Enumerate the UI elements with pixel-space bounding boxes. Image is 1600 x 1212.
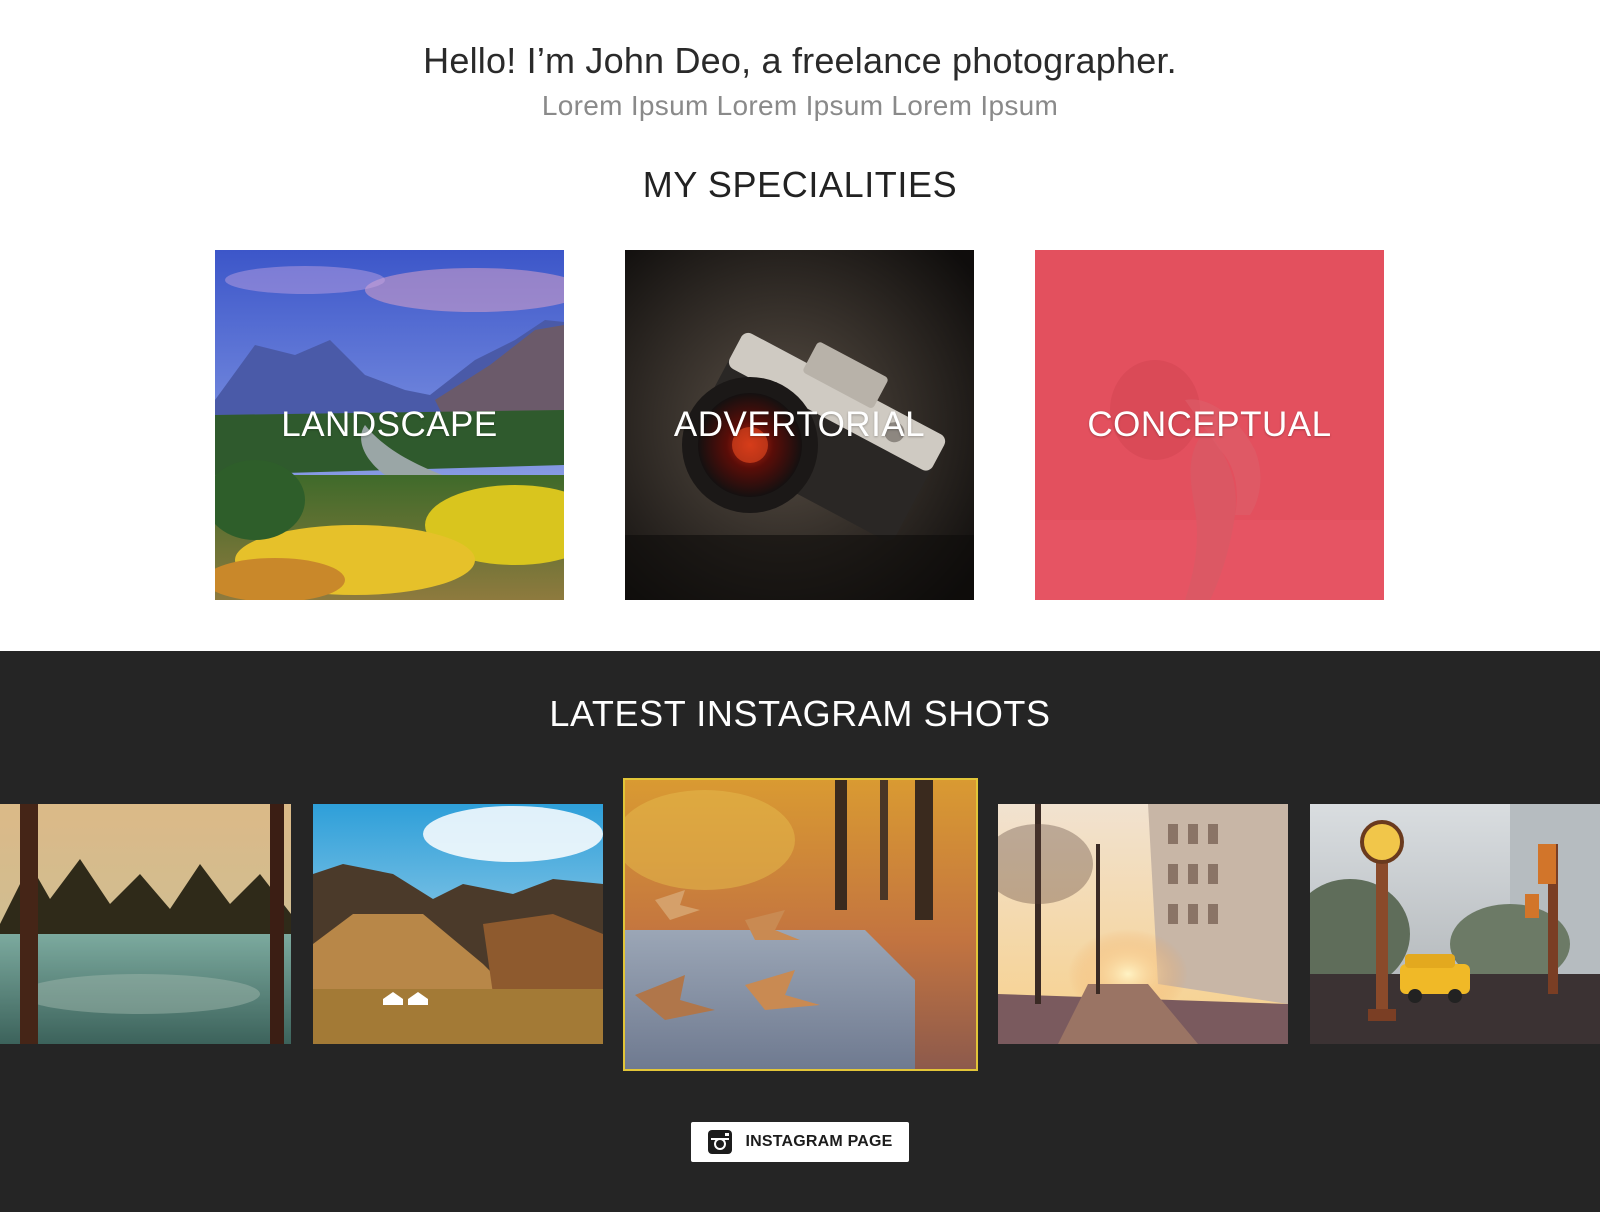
speciality-label-landscape: LANDSCAPE <box>281 405 498 444</box>
speciality-tile-conceptual[interactable]: CONCEPTUAL <box>1035 250 1384 600</box>
speciality-tile-landscape[interactable]: LANDSCAPE <box>215 250 564 600</box>
instagram-shot-4[interactable] <box>998 804 1288 1044</box>
instagram-shot-image-3 <box>625 780 976 1069</box>
instagram-page-button[interactable]: INSTAGRAM PAGE <box>691 1122 909 1162</box>
instagram-shot-3[interactable] <box>623 778 978 1071</box>
instagram-shot-image-4 <box>998 804 1288 1044</box>
intro-subtitle: Lorem Ipsum Lorem Ipsum Lorem Ipsum <box>541 90 1059 121</box>
intro-section: Hello! I’m John Deo, a freelance photogr… <box>0 0 1600 651</box>
instagram-heading: LATEST INSTAGRAM SHOTS <box>549 693 1051 734</box>
specialities-heading: MY SPECIALITIES <box>642 164 958 205</box>
intro-title: Hello! I’m John Deo, a freelance photogr… <box>423 40 1177 81</box>
instagram-icon <box>708 1130 733 1154</box>
instagram-page-button-label: INSTAGRAM PAGE <box>745 1133 893 1150</box>
instagram-shot-5[interactable] <box>1310 804 1600 1044</box>
instagram-shot-2[interactable] <box>313 804 603 1044</box>
instagram-shot-1[interactable] <box>0 804 291 1044</box>
instagram-shot-image-2 <box>313 804 603 1044</box>
speciality-label-conceptual: CONCEPTUAL <box>1087 405 1332 444</box>
instagram-section: LATEST INSTAGRAM SHOTS INSTAGRAM PAGE <box>0 651 1600 1212</box>
instagram-shot-image-1 <box>0 804 291 1044</box>
speciality-label-advertorial: ADVERTORIAL <box>673 405 926 444</box>
speciality-tile-advertorial[interactable]: ADVERTORIAL <box>625 250 974 600</box>
instagram-shot-image-5 <box>1310 804 1600 1044</box>
